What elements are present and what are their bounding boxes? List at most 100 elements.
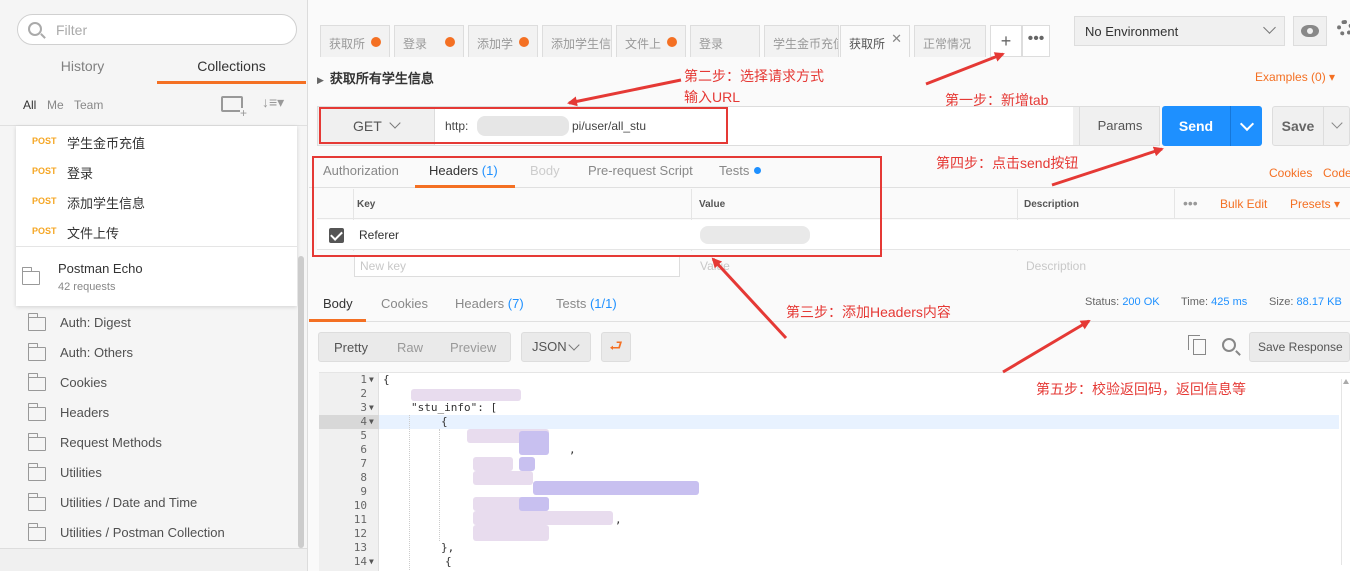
new-tab-button[interactable]: +: [990, 25, 1022, 57]
view-preview[interactable]: Preview: [450, 340, 496, 355]
tab-response-body[interactable]: Body: [323, 296, 353, 311]
sidebar: Filter History Collections All Me Team ↓…: [0, 0, 308, 571]
send-button[interactable]: Send: [1162, 106, 1262, 146]
folder-item[interactable]: Auth: Others: [24, 338, 294, 368]
close-icon[interactable]: ✕: [891, 32, 902, 47]
eye-icon[interactable]: [1293, 16, 1327, 46]
request-tab[interactable]: 添加学: [468, 25, 538, 57]
request-tab[interactable]: 登录: [690, 25, 760, 57]
save-label: Save: [1281, 118, 1315, 134]
tab-response-cookies[interactable]: Cookies: [381, 296, 428, 311]
fold-toggle-icon[interactable]: ▼: [369, 557, 374, 566]
tab-label: 添加学生信息: [551, 37, 612, 51]
annotation-step5: 第五步：校验返回码，返回信息等: [1036, 381, 1246, 397]
save-response-button[interactable]: Save Response: [1249, 332, 1350, 362]
save-button[interactable]: Save: [1272, 106, 1350, 146]
code-line: {: [383, 373, 390, 386]
gear-icon[interactable]: [1337, 20, 1350, 36]
chevron-down-icon: [1263, 21, 1276, 34]
list-item[interactable]: POST 文件上传: [16, 216, 297, 246]
folder-item[interactable]: Utilities / Postman Collection: [24, 518, 294, 548]
folder-name: Auth: Others: [60, 345, 133, 360]
size-value[interactable]: 88.17 KB: [1297, 296, 1342, 308]
new-description-input[interactable]: Description: [1026, 259, 1086, 273]
folder-icon: [27, 463, 46, 481]
size-meta: Size: 88.17 KB: [1269, 296, 1342, 308]
folder-item[interactable]: Utilities / Date and Time: [24, 488, 294, 518]
environment-select[interactable]: No Environment: [1074, 16, 1285, 46]
indent-guide: [409, 415, 410, 571]
new-key-input[interactable]: New key: [354, 255, 680, 277]
list-item[interactable]: POST 学生金币充值: [16, 126, 297, 156]
folder-icon: [27, 523, 46, 541]
status-value[interactable]: 200 OK: [1122, 296, 1159, 308]
editor-scrollbar[interactable]: [1341, 379, 1350, 565]
folder-item[interactable]: Auth: Digest: [24, 308, 294, 338]
list-item[interactable]: POST 登录: [16, 156, 297, 186]
new-value-input[interactable]: Value: [700, 259, 730, 273]
tab-collections[interactable]: Collections: [157, 52, 306, 84]
cookies-link[interactable]: Cookies: [1269, 166, 1312, 180]
main-panel: 获取所 登录 添加学 添加学生信息 文件上 登录 学生金币充值 获取所 ✕ 正常情…: [309, 0, 1350, 571]
column-divider: [1174, 189, 1175, 219]
request-title[interactable]: ▶ 获取所有学生信息: [317, 68, 434, 87]
filter-team[interactable]: Team: [74, 98, 103, 112]
request-tab[interactable]: 文件上: [616, 25, 686, 57]
sort-icon[interactable]: ↓≡▾: [262, 94, 284, 111]
line-number: 1: [360, 373, 367, 386]
search-icon[interactable]: [1222, 338, 1236, 352]
examples-label: Examples (0): [1255, 70, 1326, 84]
examples-dropdown[interactable]: Examples (0) ▾: [1255, 70, 1335, 84]
redacted-content: [519, 457, 535, 471]
tab-label: Headers: [455, 296, 505, 311]
folder-item[interactable]: Cookies: [24, 368, 294, 398]
fold-toggle-icon[interactable]: ▼: [369, 417, 374, 426]
request-tab-active[interactable]: 获取所 ✕: [840, 25, 910, 57]
folder-item[interactable]: Headers: [24, 398, 294, 428]
wrap-lines-icon[interactable]: ⮐: [601, 332, 631, 362]
filter-all[interactable]: All: [23, 98, 36, 112]
request-tab-bar: 获取所 登录 添加学 添加学生信息 文件上 登录 学生金币充值 获取所 ✕ 正常情…: [309, 0, 1350, 60]
collection-postman-echo[interactable]: Postman Echo 42 requests: [16, 246, 297, 306]
folder-item[interactable]: Request Methods: [24, 428, 294, 458]
line-number: 10: [353, 499, 367, 512]
fold-toggle-icon[interactable]: ▼: [369, 375, 374, 384]
request-tab[interactable]: 正常情况: [914, 25, 986, 57]
filter-input[interactable]: Filter: [17, 14, 297, 45]
redacted-content: [473, 525, 549, 541]
folder-icon: [27, 343, 46, 361]
params-button[interactable]: Params: [1079, 107, 1160, 145]
folder-item[interactable]: Utilities: [24, 458, 294, 488]
filter-me[interactable]: Me: [47, 98, 64, 112]
response-body-editor[interactable]: 1 2 3 4 5 6 7 8 9 10 11 12 13 14 ▼ ▼ ▼ ▼…: [319, 372, 1350, 571]
annotation-step2-line1: 第二步：选择请求方式: [684, 68, 824, 84]
new-collection-icon[interactable]: [221, 96, 248, 118]
request-tab[interactable]: 获取所: [320, 25, 390, 57]
list-item[interactable]: POST 添加学生信息: [16, 186, 297, 216]
bulk-edit-link[interactable]: Bulk Edit: [1220, 197, 1267, 211]
presets-dropdown[interactable]: Presets ▾: [1290, 197, 1340, 211]
more-icon[interactable]: •••: [1183, 195, 1198, 211]
tab-label: 获取所: [849, 37, 886, 51]
request-tab[interactable]: 添加学生信息: [542, 25, 612, 57]
folder-name: Utilities / Date and Time: [60, 495, 198, 510]
chevron-down-icon[interactable]: [1323, 107, 1350, 145]
time-value[interactable]: 425 ms: [1211, 296, 1247, 308]
tab-history[interactable]: History: [8, 52, 157, 84]
annotation-box-url: [319, 107, 728, 144]
more-tabs-icon[interactable]: •••: [1022, 25, 1050, 57]
folder-icon: [27, 403, 46, 421]
sidebar-scrollbar[interactable]: [298, 256, 304, 548]
chevron-down-icon[interactable]: [1230, 106, 1262, 146]
format-select[interactable]: JSON: [521, 332, 591, 362]
fold-toggle-icon[interactable]: ▼: [369, 403, 374, 412]
code-link[interactable]: Code: [1323, 166, 1350, 180]
chevron-down-icon: [568, 339, 580, 351]
request-tab[interactable]: 学生金币充值: [764, 25, 839, 57]
request-tab[interactable]: 登录: [394, 25, 464, 57]
tab-response-headers[interactable]: Headers (7): [455, 296, 524, 311]
copy-icon[interactable]: [1188, 335, 1206, 355]
tab-response-tests[interactable]: Tests (1/1): [556, 296, 617, 311]
view-raw[interactable]: Raw: [397, 340, 423, 355]
view-pretty[interactable]: Pretty: [334, 340, 368, 355]
